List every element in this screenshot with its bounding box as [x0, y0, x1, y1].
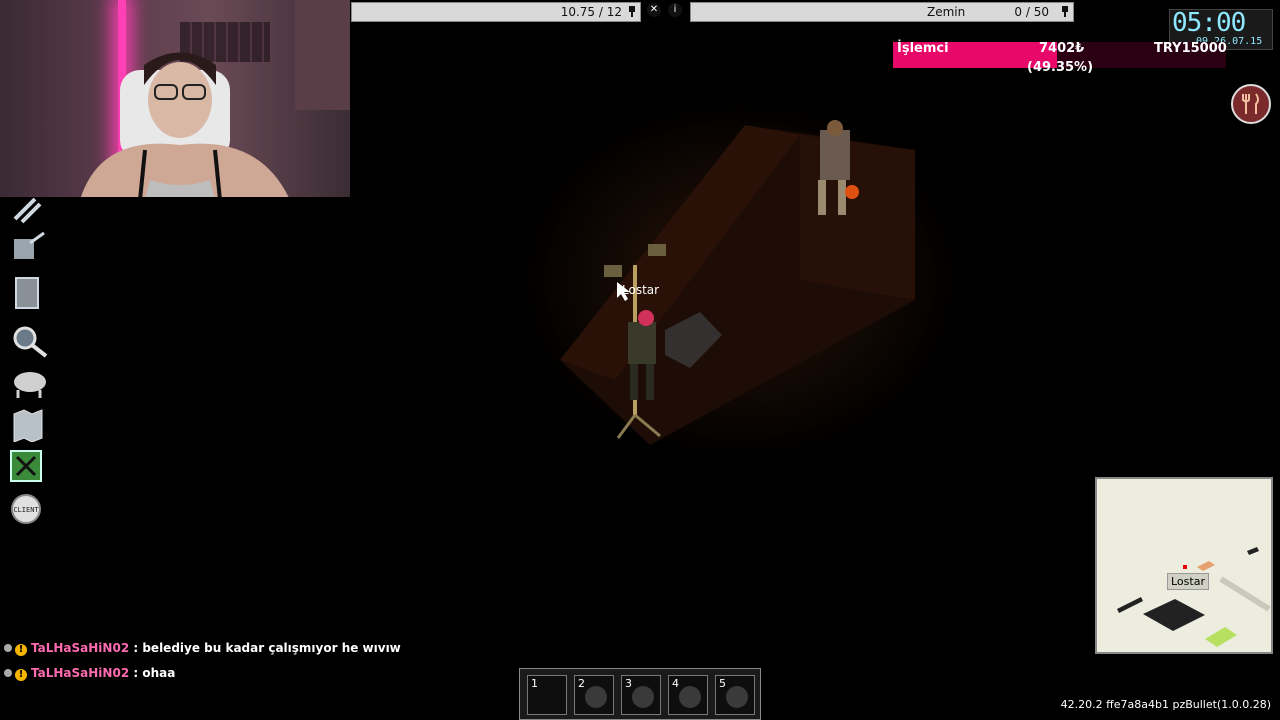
weight-value: 10.75 / 12	[560, 5, 622, 19]
floor-value: 0 / 50	[1014, 5, 1049, 19]
chat-line: ! TaLHaSaHiN02 : belediye bu kadar çalışm…	[4, 641, 401, 656]
minimap[interactable]: Lostar	[1095, 477, 1273, 654]
crafting-icon[interactable]	[10, 194, 46, 228]
fork-knife-icon[interactable]	[1231, 84, 1271, 124]
webcam-overlay	[0, 0, 350, 197]
warning-icon: !	[15, 669, 27, 681]
weight-bar: 10.75 / 12	[351, 2, 641, 22]
streamer	[81, 52, 289, 197]
pin-icon[interactable]	[1061, 6, 1069, 17]
hotbar-slot[interactable]: 3	[621, 675, 661, 715]
item-icon	[679, 686, 701, 708]
hotbar-slot[interactable]: 5	[715, 675, 755, 715]
clock-time: 05:00	[1172, 8, 1246, 38]
goal-current: 7402₺	[1039, 41, 1085, 56]
item-icon	[726, 686, 748, 708]
hotbar-slot[interactable]: 1	[527, 675, 567, 715]
admin-tools-icon[interactable]	[10, 450, 46, 484]
close-icon[interactable]: ✕	[647, 3, 661, 17]
goal-percent: (49.35%)	[1027, 60, 1094, 75]
warning-icon: !	[15, 644, 27, 656]
pin-icon[interactable]	[628, 6, 636, 17]
chat-bullet-icon	[4, 644, 12, 652]
chat-author: TaLHaSaHiN02	[31, 666, 130, 680]
player-nameplate: Lostar	[622, 283, 660, 297]
map-icon[interactable]	[10, 408, 46, 443]
chat-message: : ohaa	[133, 666, 176, 680]
chat-author: TaLHaSaHiN02	[31, 641, 130, 655]
item-icon	[585, 686, 607, 708]
hotbar: 1 2 3 4 5	[519, 668, 761, 720]
donation-goal-bar: İşlemci 7402₺ TRY15000 (49.35%)	[893, 41, 1227, 75]
client-icon[interactable]: CLIENT	[10, 493, 46, 527]
goal-target: TRY15000	[1154, 41, 1227, 56]
client-label: CLIENT	[13, 506, 39, 514]
chat-line: ! TaLHaSaHiN02 : ohaa	[4, 666, 175, 681]
item-icon	[632, 686, 654, 708]
chat-message: : belediye bu kadar çalışmıyor he wıvıw	[133, 641, 401, 655]
floor-bar: Zemin 0 / 50	[690, 2, 1074, 22]
cooking-icon[interactable]	[10, 229, 46, 263]
floor-label: Zemin	[927, 5, 966, 19]
minimap-player-tag: Lostar	[1167, 573, 1209, 590]
version-label: 42.20.2 ffe7a8a4b1 pzBullet(1.0.0.28)	[1060, 698, 1271, 711]
chat-bullet-icon	[4, 669, 12, 677]
building-icon[interactable]	[10, 276, 46, 310]
info-icon[interactable]: i	[668, 3, 682, 17]
minimap-terrain	[1117, 547, 1271, 647]
search-icon[interactable]	[10, 324, 48, 358]
animals-icon[interactable]	[10, 366, 46, 400]
goal-label: İşlemci	[897, 41, 949, 56]
hotbar-slot[interactable]: 4	[668, 675, 708, 715]
hotbar-slot[interactable]: 2	[574, 675, 614, 715]
